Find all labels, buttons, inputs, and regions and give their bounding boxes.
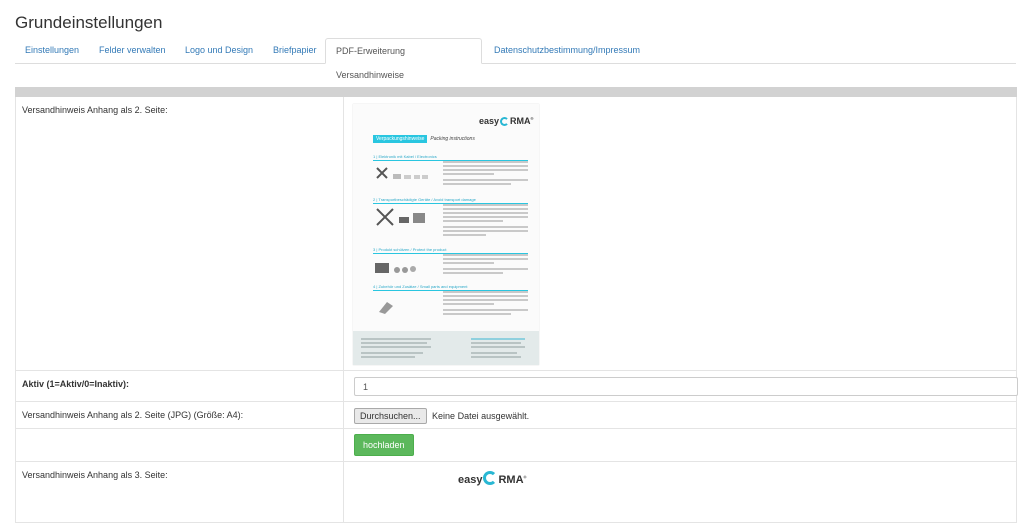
easyrma-logo: easy RMA®: [479, 116, 534, 126]
preview-heading: Verpackungshinweise Packing instructions: [373, 135, 475, 143]
tab-pdf-erweiterung[interactable]: PDF-Erweiterung Versandhinweise: [325, 38, 482, 80]
preview-section: 4 | Zubehör und Zusätze / Small parts an…: [373, 284, 528, 324]
no-file-text: Keine Datei ausgewählt.: [432, 411, 530, 421]
preview-section: 3 | Produkt schützen / Protect the produ…: [373, 247, 528, 283]
row-upload: Versandhinweis Anhang als 2. Seite (JPG)…: [15, 402, 1017, 429]
tab-einstellungen[interactable]: Einstellungen: [15, 38, 89, 62]
tab-logo-und-design[interactable]: Logo und Design: [175, 38, 263, 62]
tab-datenschutz[interactable]: Datenschutzbestimmung/Impressum: [484, 38, 650, 62]
tab-bar: Einstellungen Felder verwalten Logo und …: [15, 38, 1016, 80]
row-upload-button: hochladen: [15, 429, 1017, 462]
row-page3-preview: Versandhinweis Anhang als 3. Seite: easy…: [15, 462, 1017, 523]
page3-label: Versandhinweis Anhang als 3. Seite:: [22, 470, 168, 480]
row-page2-preview: Versandhinweis Anhang als 2. Seite: easy…: [15, 97, 1017, 371]
preview-footer: [353, 331, 539, 365]
easyrma-logo-page3: easy RMA®: [458, 471, 527, 486]
page2-label: Versandhinweis Anhang als 2. Seite:: [22, 105, 168, 115]
active-label: Aktiv (1=Aktiv/0=Inaktiv):: [22, 379, 130, 389]
browse-button[interactable]: Durchsuchen...: [354, 408, 427, 424]
settings-table: Versandhinweis Anhang als 2. Seite: easy…: [15, 87, 1018, 523]
row-active: Aktiv (1=Aktiv/0=Inaktiv):: [15, 371, 1018, 402]
preview-section: 2 | Transportbeschädigte Geräte / Avoid …: [373, 197, 528, 245]
active-input[interactable]: [354, 377, 1018, 396]
tab-felder-verwalten[interactable]: Felder verwalten: [89, 38, 176, 62]
tab-briefpapier[interactable]: Briefpapier: [263, 38, 327, 62]
upload-label: Versandhinweis Anhang als 2. Seite (JPG)…: [22, 410, 244, 420]
upload-button[interactable]: hochladen: [354, 434, 414, 456]
page-title: Grundeinstellungen: [15, 13, 163, 32]
file-input: Durchsuchen... Keine Datei ausgewählt.: [354, 408, 529, 424]
page2-preview-image: easy RMA® Verpackungshinweise Packing inst…: [353, 104, 539, 365]
preview-section: 1 | Elektronik mit Kabel / Electronics: [373, 154, 528, 192]
table-header-bar: [15, 87, 1017, 97]
